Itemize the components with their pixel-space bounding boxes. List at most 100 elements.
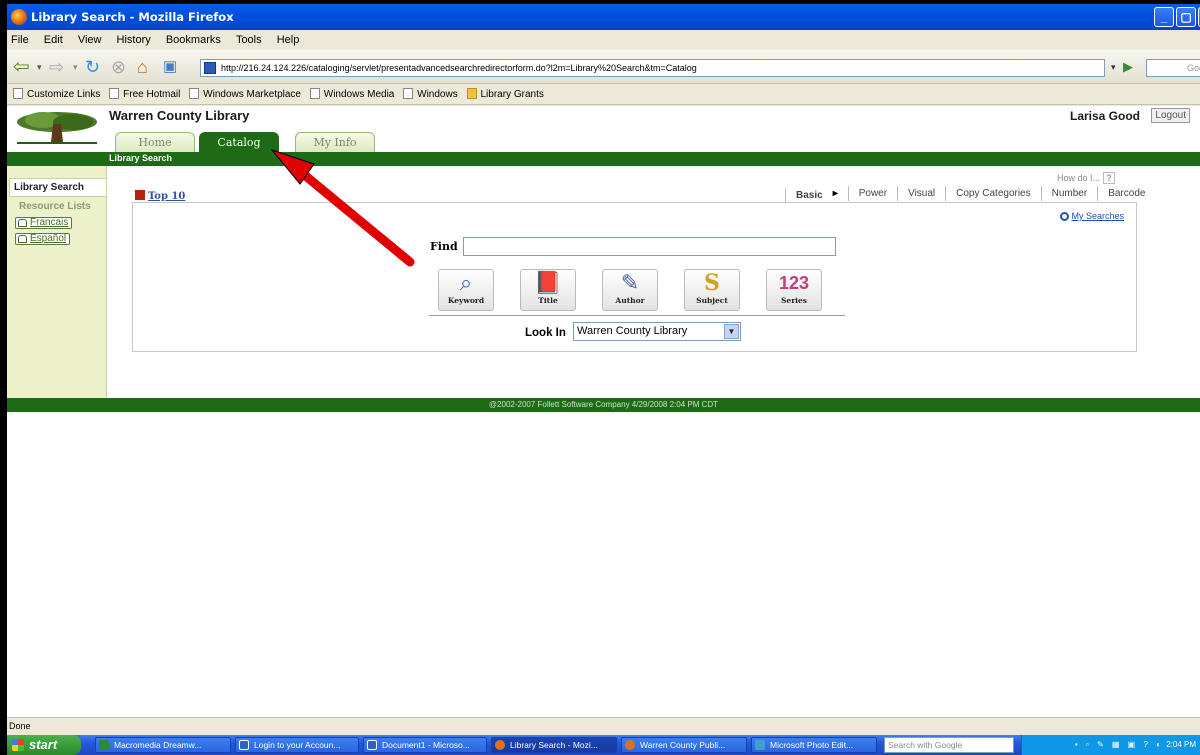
stop-button[interactable]: ⊗ <box>111 56 126 78</box>
subnav-library-search[interactable]: Library Search <box>109 153 172 163</box>
tab-my-info[interactable]: My Info <box>295 132 375 152</box>
search-bar[interactable]: Google <box>1146 59 1200 77</box>
url-dropdown-icon[interactable]: ▾ <box>1111 56 1116 78</box>
menu-bookmarks[interactable]: Bookmarks <box>166 30 221 50</box>
start-button[interactable]: start <box>7 735 81 755</box>
taskbar-item-photo-editor[interactable]: Microsoft Photo Edit... <box>751 737 877 753</box>
book-icon: 📕 <box>534 270 562 295</box>
tab-catalog[interactable]: Catalog <box>199 132 279 152</box>
book-stack-icon <box>135 190 145 200</box>
bookmark-library-grants[interactable]: Library Grants <box>466 85 544 105</box>
firefox-icon <box>11 9 27 25</box>
tab-visual[interactable]: Visual <box>897 186 945 201</box>
series-search-button[interactable]: 123 Series <box>766 269 822 311</box>
bookmark-free-hotmail[interactable]: Free Hotmail <box>109 85 180 105</box>
library-tree-logo <box>17 112 97 144</box>
title-bar: Library Search - Mozilla Firefox _ ▢ ✕ <box>7 4 1200 30</box>
magnifier-icon <box>1060 212 1070 221</box>
tab-number[interactable]: Number <box>1040 186 1098 201</box>
taskbar-item-document1[interactable]: Document1 - Microso... <box>363 737 487 753</box>
lock-icon <box>18 235 27 243</box>
menu-help[interactable]: Help <box>277 30 300 50</box>
menu-history[interactable]: History <box>117 30 151 50</box>
page-icon[interactable]: ▣ <box>163 56 177 78</box>
menu-tools[interactable]: Tools <box>236 30 262 50</box>
bookmark-windows-media[interactable]: Windows Media <box>309 85 394 105</box>
tab-copy-categories[interactable]: Copy Categories <box>945 186 1040 201</box>
back-dropdown-icon[interactable]: ▾ <box>37 56 42 78</box>
lock-icon <box>18 219 27 227</box>
reload-button[interactable]: ↻ <box>85 56 100 78</box>
title-search-button[interactable]: 📕 Title <box>520 269 576 311</box>
system-tray: ▪ ▫ ✎ ▦ ▣ ? ◐ 2:04 PM <box>1021 735 1200 755</box>
search-panel: My Searches Find ⌕ Keyword 📕 Title ✎ Aut… <box>132 202 1137 352</box>
forward-button[interactable]: ⇨ <box>49 56 64 78</box>
chevron-down-icon: ▼ <box>724 324 739 339</box>
bookmark-windows[interactable]: Windows <box>403 85 458 105</box>
menu-view[interactable]: View <box>78 30 102 50</box>
taskbar-item-dreamweaver[interactable]: Macromedia Dreamw... <box>95 737 231 753</box>
tab-home[interactable]: Home <box>115 132 195 152</box>
bookmarks-toolbar: Customize Links Free Hotmail Windows Mar… <box>7 85 1200 105</box>
bookmark-icon <box>13 88 23 99</box>
tab-barcode[interactable]: Barcode <box>1097 186 1155 201</box>
menu-file[interactable]: File <box>11 30 29 50</box>
bookmark-icon <box>109 88 120 99</box>
clock: 2:04 PM <box>1166 740 1196 749</box>
quill-icon: ✎ <box>620 270 640 295</box>
sidebar: Library Search Resource Lists Francais E… <box>7 166 107 398</box>
taskbar-item-warren-county[interactable]: Warren County Publi... <box>621 737 747 753</box>
bookmark-icon <box>403 88 414 99</box>
page-content: Warren County Library Larisa Good Logout… <box>7 106 1200 717</box>
windows-logo-icon <box>12 739 24 751</box>
author-search-button[interactable]: ✎ Author <box>602 269 658 311</box>
language-espanol-button[interactable]: Español <box>15 233 71 245</box>
photo-editor-icon <box>755 740 765 750</box>
subject-icon: S <box>704 270 720 296</box>
top-10-link[interactable]: Top 10 <box>135 190 185 202</box>
how-do-i-help[interactable]: How do I...? <box>1057 172 1116 184</box>
menu-edit[interactable]: Edit <box>44 30 63 50</box>
back-button[interactable]: ⇦ <box>13 56 30 78</box>
logout-button[interactable]: Logout <box>1151 108 1190 123</box>
bookmark-windows-marketplace[interactable]: Windows Marketplace <box>189 85 301 105</box>
bookmark-icon <box>189 88 200 99</box>
browser-window: Library Search - Mozilla Firefox _ ▢ ✕ F… <box>7 4 1200 755</box>
bookmark-icon <box>309 88 320 99</box>
help-icon[interactable]: ? <box>1103 172 1116 184</box>
url-bar[interactable]: http://216.24.124.226/cataloging/servlet… <box>200 59 1105 77</box>
maximize-button[interactable]: ▢ <box>1176 7 1196 27</box>
tray-icons[interactable]: ▪ ▫ ✎ ▦ ▣ ? ◐ <box>1075 740 1164 749</box>
my-searches-link[interactable]: My Searches <box>1060 211 1124 221</box>
firefox-icon <box>495 740 505 750</box>
taskbar-search-input[interactable]: Search with Google <box>884 737 1014 753</box>
url-text: http://216.24.124.226/cataloging/servlet… <box>221 63 697 73</box>
forward-dropdown-icon[interactable]: ▾ <box>73 56 78 78</box>
home-button[interactable]: ⌂ <box>137 56 148 78</box>
bookmark-customize-links[interactable]: Customize Links <box>13 85 100 105</box>
taskbar-item-login[interactable]: Login to your Accoun... <box>235 737 359 753</box>
look-in-select[interactable]: Warren County Library ▼ <box>573 322 741 341</box>
taskbar-item-library-search[interactable]: Library Search - Mozi... <box>491 737 617 753</box>
status-bar: Done <box>7 717 1200 735</box>
minimize-button[interactable]: _ <box>1154 7 1174 27</box>
sidebar-item-resource-lists[interactable]: Resource Lists <box>19 201 111 212</box>
go-button[interactable]: ▶ <box>1123 56 1133 78</box>
page-footer: @2002-2007 Follett Software Company 4/29… <box>7 398 1200 412</box>
find-label: Find <box>430 240 458 253</box>
windows-taskbar: start Macromedia Dreamw... Login to your… <box>7 735 1200 755</box>
site-favicon <box>204 62 216 74</box>
search-type-tabs: ▸ Basic Power Visual Copy Categories Numb… <box>775 186 1155 203</box>
sidebar-item-library-search[interactable]: Library Search <box>9 178 106 197</box>
screenshot-frame: Library Search - Mozilla Firefox _ ▢ ✕ F… <box>0 0 1200 755</box>
tab-power[interactable]: Power <box>847 186 897 201</box>
subnav-bar: Library Search <box>7 152 1200 166</box>
find-input[interactable] <box>463 237 836 256</box>
word-icon <box>367 740 377 750</box>
keyword-search-button[interactable]: ⌕ Keyword <box>438 269 494 311</box>
library-name: Warren County Library <box>109 108 250 123</box>
subject-search-button[interactable]: S Subject <box>684 269 740 311</box>
language-francais-button[interactable]: Francais <box>15 217 73 229</box>
window-title: Library Search - Mozilla Firefox <box>31 10 234 24</box>
dreamweaver-icon <box>99 740 109 750</box>
